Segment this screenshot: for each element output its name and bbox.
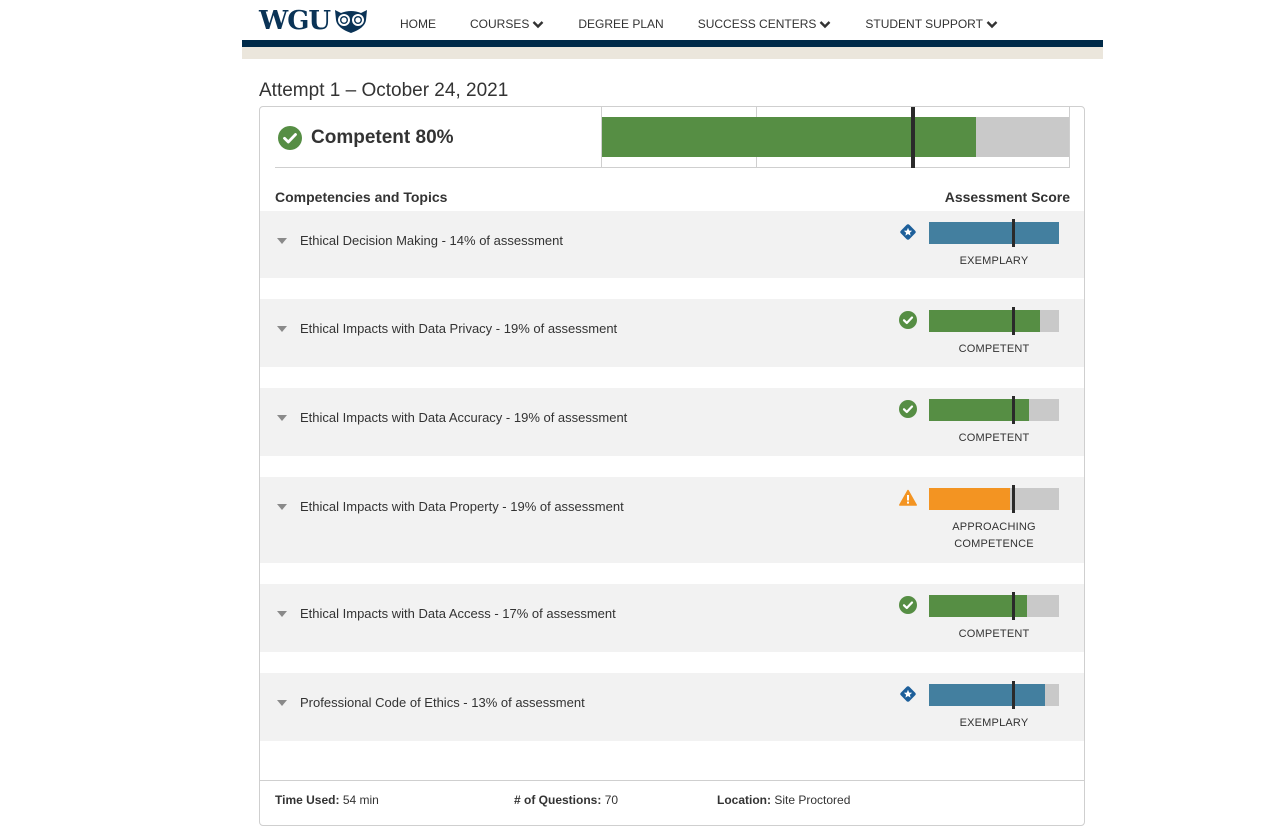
nav-degree-plan-label: DEGREE PLAN xyxy=(578,17,664,31)
overall-score-chart xyxy=(601,107,1070,168)
nav-success-centers[interactable]: SUCCESS CENTERS xyxy=(698,17,832,31)
status-line: COMPETENT xyxy=(958,343,1030,355)
header-competencies: Competencies and Topics xyxy=(275,189,448,205)
attempt-card: Competent 80% Competencies and Topics As… xyxy=(259,106,1085,826)
overall-score-fill xyxy=(602,117,976,157)
star-diamond-icon xyxy=(899,685,917,708)
competency-row[interactable]: Ethical Impacts with Data Accuracy - 19%… xyxy=(260,388,1084,456)
competency-label: Ethical Impacts with Data Accuracy - 19%… xyxy=(300,410,628,425)
competency-status: APPROACHING COMPETENCE xyxy=(929,519,1059,553)
competency-status: EXEMPLARY xyxy=(929,253,1059,270)
cut-score-marker xyxy=(1012,219,1015,247)
competency-score-bar xyxy=(929,396,1059,424)
competency-score-fill xyxy=(929,488,1010,510)
competency-label: Ethical Impacts with Data Property - 19%… xyxy=(300,499,624,514)
competency-list: Ethical Decision Making - 14% of assessm… xyxy=(260,211,1084,762)
cut-score-marker xyxy=(910,107,915,168)
status-line: COMPETENT xyxy=(958,432,1030,444)
caret-down-icon[interactable] xyxy=(277,504,287,510)
competency-score-fill xyxy=(929,310,1040,332)
caret-down-icon[interactable] xyxy=(277,415,287,421)
caret-down-icon[interactable] xyxy=(277,611,287,617)
cut-score-marker xyxy=(1012,681,1015,709)
competency-status: EXEMPLARY xyxy=(929,715,1059,732)
chevron-down-icon xyxy=(986,20,998,28)
footer-divider xyxy=(260,780,1084,781)
nav-home[interactable]: HOME xyxy=(400,17,436,31)
competency-label: Ethical Impacts with Data Access - 17% o… xyxy=(300,606,616,621)
check-circle-icon xyxy=(899,400,917,423)
number-of-questions: # of Questions: 70 xyxy=(514,793,619,807)
check-circle-icon xyxy=(899,311,917,334)
competency-status: COMPETENT xyxy=(929,341,1059,358)
competency-row[interactable]: Ethical Impacts with Data Access - 17% o… xyxy=(260,584,1084,652)
subheader-band xyxy=(242,47,1103,59)
status-line: EXEMPLARY xyxy=(959,255,1029,267)
competency-label: Ethical Decision Making - 14% of assessm… xyxy=(300,233,564,248)
logo-text: WGU xyxy=(259,6,331,36)
competency-status: COMPETENT xyxy=(929,626,1059,643)
time-used: Time Used: 54 min xyxy=(275,793,379,807)
competency-row[interactable]: Ethical Decision Making - 14% of assessm… xyxy=(260,211,1084,278)
header-assessment-score: Assessment Score xyxy=(944,189,1070,205)
overall-score-track xyxy=(602,117,1069,157)
cut-score-marker xyxy=(1012,396,1015,424)
page: WGU HOME COURSES DEGREE PLAN SUCCESS CEN… xyxy=(242,0,1103,826)
chevron-down-icon xyxy=(532,20,544,28)
competency-label: Ethical Impacts with Data Privacy - 19% … xyxy=(300,321,618,336)
caret-down-icon[interactable] xyxy=(277,326,287,332)
competency-score-bar xyxy=(929,219,1059,247)
status-line: COMPETENCE xyxy=(954,538,1034,550)
caret-down-icon[interactable] xyxy=(277,700,287,706)
cut-score-marker xyxy=(1012,307,1015,335)
owl-icon xyxy=(335,10,368,33)
nav-degree-plan[interactable]: DEGREE PLAN xyxy=(578,17,663,31)
check-circle-icon xyxy=(278,126,302,150)
nav-divider-bar xyxy=(242,40,1103,47)
check-circle-icon xyxy=(899,596,917,619)
chevron-down-icon xyxy=(820,20,831,28)
overall-score-label: Competent 80% xyxy=(278,126,454,150)
nav-courses-label: COURSES xyxy=(470,17,530,31)
overall-score: Competent 80% xyxy=(275,107,1070,168)
competency-row[interactable]: Professional Code of Ethics - 13% of ass… xyxy=(260,673,1084,741)
competency-label: Professional Code of Ethics - 13% of ass… xyxy=(300,695,585,710)
cut-score-marker xyxy=(1012,485,1015,513)
competency-row[interactable]: Ethical Impacts with Data Privacy - 19% … xyxy=(260,299,1084,367)
competency-score-fill xyxy=(929,684,1045,706)
status-line: COMPETENT xyxy=(958,628,1030,640)
competency-score-bar xyxy=(929,681,1059,709)
star-diamond-icon xyxy=(899,223,917,246)
competency-score-bar xyxy=(929,485,1059,513)
competency-score-bar xyxy=(929,307,1059,335)
caret-down-icon[interactable] xyxy=(277,238,287,244)
nav-menu: HOME COURSES DEGREE PLAN SUCCESS CENTERS… xyxy=(400,17,1032,31)
warning-triangle-icon xyxy=(899,489,917,512)
nav-student-support[interactable]: STUDENT SUPPORT xyxy=(865,17,998,31)
attempt-title: Attempt 1 – October 24, 2021 xyxy=(259,80,509,101)
nav-student-support-label: STUDENT SUPPORT xyxy=(865,17,983,31)
status-line: EXEMPLARY xyxy=(959,717,1029,729)
nav-courses[interactable]: COURSES xyxy=(470,17,544,31)
overall-score-text: Competent 80% xyxy=(311,127,454,148)
wgu-logo[interactable]: WGU xyxy=(259,8,369,34)
location: Location: Site Proctored xyxy=(717,793,851,807)
top-nav: WGU HOME COURSES DEGREE PLAN SUCCESS CEN… xyxy=(242,0,1103,40)
competency-score-fill xyxy=(929,222,1059,244)
competency-status: COMPETENT xyxy=(929,430,1059,447)
competency-score-bar xyxy=(929,592,1059,620)
status-line: APPROACHING xyxy=(952,521,1036,533)
nav-home-label: HOME xyxy=(400,17,436,31)
competency-row[interactable]: Ethical Impacts with Data Property - 19%… xyxy=(260,477,1084,563)
cut-score-marker xyxy=(1012,592,1015,620)
nav-success-centers-label: SUCCESS CENTERS xyxy=(697,17,817,31)
